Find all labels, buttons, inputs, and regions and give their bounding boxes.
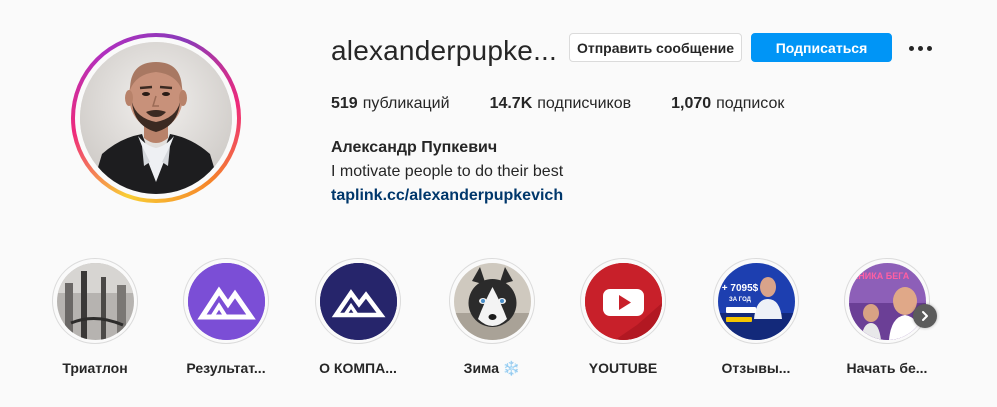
posts-label: публикаций [362, 95, 450, 112]
mountains-logo-icon [319, 262, 397, 340]
start-running-art-text: ТЕХНИКА БЕГА [849, 271, 910, 281]
highlight-label: YOUTUBE [588, 360, 658, 376]
highlight-label: Зима ❄️ [463, 360, 521, 376]
profile-stats: 519 публикаций 14.7K подписчиков 1,070 п… [331, 95, 824, 113]
profile-full-name: Александр Пупкевич [331, 139, 498, 156]
profile-page: alexanderpupke... Отправить сообщение По… [0, 0, 997, 407]
highlight-cover-youtube [584, 262, 662, 340]
highlight-item[interactable]: Триатлон [40, 258, 150, 376]
mountains-logo-icon [187, 262, 265, 340]
posts-count: 519 [331, 95, 358, 112]
following-label: подписок [716, 95, 785, 112]
followers-label: подписчиков [537, 95, 632, 112]
highlight-item[interactable]: Зима ❄️ [437, 258, 547, 377]
profile-website-link[interactable]: taplink.cc/alexanderpupkevich [331, 187, 563, 205]
highlight-item[interactable]: + 7095$ ЗА ГОД Отзывы... [701, 258, 811, 376]
highlight-item[interactable]: О КОМПА... [303, 258, 413, 376]
profile-avatar[interactable] [71, 33, 241, 203]
highlight-cover-reviews: + 7095$ ЗА ГОД [717, 262, 795, 340]
highlight-label: Триатлон [62, 360, 128, 376]
highlight-label: Отзывы... [721, 360, 791, 376]
highlights-next-button[interactable] [913, 304, 937, 328]
highlight-item[interactable]: YOUTUBE [568, 258, 678, 376]
profile-bio: I motivate people to do their best [331, 163, 564, 180]
highlight-cover-start-running: ТЕХНИКА БЕГА [848, 262, 926, 340]
send-message-button[interactable]: Отправить сообщение [569, 33, 742, 62]
more-options-icon[interactable] [906, 38, 934, 58]
posts-stat: 519 публикаций [331, 95, 450, 113]
reviews-period-text: ЗА ГОД [729, 297, 752, 303]
profile-username: alexanderpupke... [331, 35, 558, 66]
followers-stat[interactable]: 14.7K подписчиков [490, 95, 632, 113]
highlight-cover-results [187, 262, 265, 340]
followers-count: 14.7K [489, 95, 533, 112]
highlight-cover-winter [453, 262, 531, 340]
highlight-cover-about [319, 262, 397, 340]
highlight-cover-triathlon [56, 262, 134, 340]
highlight-label: Начать бе... [846, 360, 928, 376]
reviews-amount-text: + 7095$ [721, 283, 758, 294]
follow-button[interactable]: Подписаться [751, 33, 892, 62]
husky-dog-image [453, 262, 531, 340]
highlight-label: Результат... [186, 360, 266, 376]
following-stat[interactable]: 1,070 подписок [671, 95, 784, 113]
highlight-item[interactable]: Результат... [171, 258, 281, 376]
youtube-play-icon [584, 262, 662, 340]
story-highlights: Триатлон Результат... О КОМПА... Зима ❄️… [0, 258, 997, 388]
avatar-photo [80, 42, 232, 194]
highlight-label: О КОМПА... [319, 360, 397, 376]
following-count: 1,070 [671, 95, 712, 112]
chevron-right-icon [922, 311, 928, 321]
avatar-image [80, 42, 232, 194]
